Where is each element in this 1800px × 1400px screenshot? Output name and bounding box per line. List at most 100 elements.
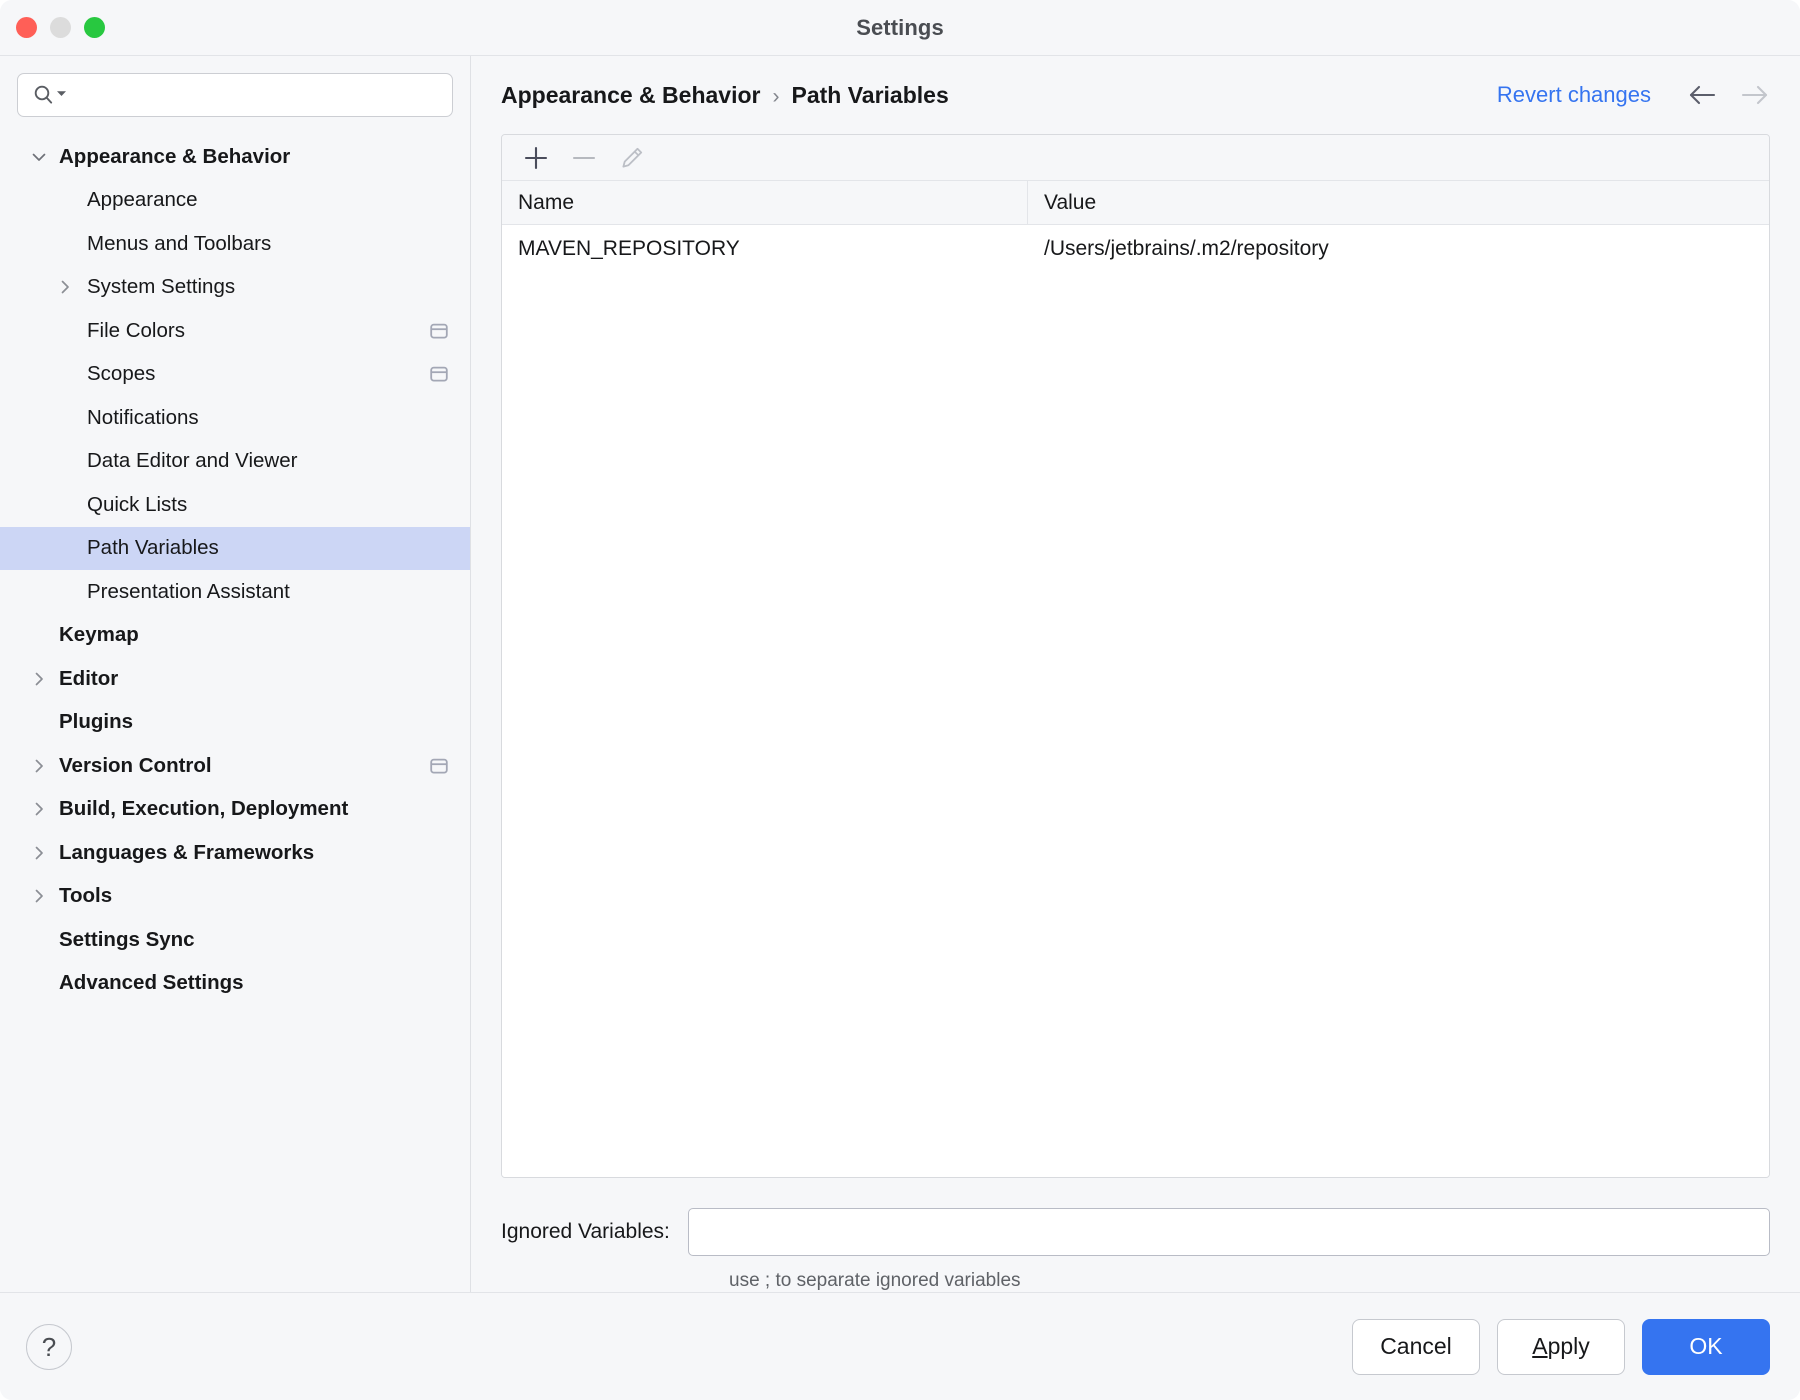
breadcrumb-separator-icon: › xyxy=(772,84,780,108)
table-cell-value: /Users/jetbrains/.m2/repository xyxy=(1044,237,1329,260)
sidebar-item-label: Quick Lists xyxy=(87,492,188,516)
breadcrumb-parent[interactable]: Appearance & Behavior xyxy=(501,82,760,109)
table-body: MAVEN_REPOSITORY/Users/jetbrains/.m2/rep… xyxy=(502,225,1769,1177)
dialog-footer: ? Cancel Apply OK xyxy=(0,1292,1800,1400)
sidebar-item-label: Version Control xyxy=(59,753,212,777)
maximize-button[interactable] xyxy=(84,17,105,38)
ignored-variables-input[interactable] xyxy=(700,1209,1757,1255)
sidebar-item-file-colors[interactable]: File Colors xyxy=(0,309,470,353)
help-button[interactable]: ? xyxy=(26,1323,72,1370)
chevron-right-icon[interactable] xyxy=(26,875,52,919)
breadcrumb: Appearance & Behavior › Path Variables xyxy=(501,82,1497,109)
sidebar-item-system-settings[interactable]: System Settings xyxy=(0,266,470,310)
sidebar-item-label: Path Variables xyxy=(87,536,219,560)
settings-dialog: Settings Appearance & Behavior Appearanc… xyxy=(0,0,1800,1400)
chevron-right-icon[interactable] xyxy=(26,744,52,788)
sidebar-item-label: Settings Sync xyxy=(59,927,195,951)
sidebar-item-presentation-assistant[interactable]: Presentation Assistant xyxy=(0,570,470,614)
sidebar-item-label: Data Editor and Viewer xyxy=(87,449,298,473)
sidebar-item-label: Notifications xyxy=(87,405,199,429)
apply-button[interactable]: Apply xyxy=(1497,1318,1625,1375)
project-scope-icon xyxy=(428,755,450,777)
sidebar-item-build-execution-deployment[interactable]: Build, Execution, Deployment xyxy=(0,788,470,832)
chevron-down-icon[interactable] xyxy=(26,135,52,179)
sidebar-item-keymap[interactable]: Keymap xyxy=(0,614,470,658)
sidebar-item-settings-sync[interactable]: Settings Sync xyxy=(0,918,470,962)
chevron-right-icon[interactable] xyxy=(26,657,52,701)
ignored-variables-field[interactable] xyxy=(687,1208,1770,1256)
arrow-left-icon[interactable] xyxy=(1685,78,1719,112)
sidebar-item-label: Appearance xyxy=(87,188,198,212)
sidebar-item-appearance-behavior[interactable]: Appearance & Behavior xyxy=(0,135,470,179)
table-toolbar xyxy=(502,135,1769,181)
close-button[interactable] xyxy=(16,17,37,38)
search-dropdown-icon[interactable] xyxy=(56,86,67,104)
sidebar-item-advanced-settings[interactable]: Advanced Settings xyxy=(0,962,470,1006)
sidebar-item-scopes[interactable]: Scopes xyxy=(0,353,470,397)
column-header-name[interactable]: Name xyxy=(502,181,1028,224)
ignored-variables-label: Ignored Variables: xyxy=(501,1220,670,1243)
footer-buttons: Cancel Apply OK xyxy=(1352,1318,1770,1375)
pencil-icon xyxy=(608,138,656,178)
plus-icon[interactable] xyxy=(512,138,560,178)
sidebar-item-menus-and-toolbars[interactable]: Menus and Toolbars xyxy=(0,222,470,266)
sidebar-item-quick-lists[interactable]: Quick Lists xyxy=(0,483,470,527)
window-title: Settings xyxy=(856,14,944,40)
settings-tree: Appearance & Behavior Appearance Menus and… xyxy=(0,129,470,1292)
sidebar-item-data-editor-and-viewer[interactable]: Data Editor and Viewer xyxy=(0,440,470,484)
sidebar-item-tools[interactable]: Tools xyxy=(0,875,470,919)
breadcrumb-bar: Appearance & Behavior › Path Variables R… xyxy=(471,56,1800,134)
ok-button[interactable]: OK xyxy=(1642,1318,1770,1375)
sidebar-item-label: Build, Execution, Deployment xyxy=(59,797,349,821)
sidebar-item-path-variables[interactable]: Path Variables xyxy=(0,526,470,570)
project-scope-icon xyxy=(428,320,450,342)
ignored-variables-hint: use ; to separate ignored variables xyxy=(729,1270,1021,1291)
table-cell-name: MAVEN_REPOSITORY xyxy=(518,237,740,260)
sidebar-item-label: Tools xyxy=(59,884,113,908)
sidebar-item-label: Advanced Settings xyxy=(59,971,244,995)
sidebar-item-label: System Settings xyxy=(87,275,236,299)
dialog-body: Appearance & Behavior Appearance Menus and… xyxy=(0,55,1800,1292)
sidebar-item-label: File Colors xyxy=(87,318,185,342)
ignored-variables-block: Ignored Variables: use ; to separate ign… xyxy=(501,1178,1770,1292)
path-variables-content: Name Value MAVEN_REPOSITORY/Users/jetbra… xyxy=(471,134,1800,1292)
sidebar-item-label: Menus and Toolbars xyxy=(87,231,272,255)
sidebar-item-plugins[interactable]: Plugins xyxy=(0,701,470,745)
search-icon xyxy=(32,83,56,107)
sidebar-item-editor[interactable]: Editor xyxy=(0,657,470,701)
search-area xyxy=(0,56,470,129)
sidebar-item-label: Languages & Frameworks xyxy=(59,840,315,864)
sidebar-item-label: Keymap xyxy=(59,623,139,647)
sidebar-item-appearance[interactable]: Appearance xyxy=(0,179,470,223)
window-controls xyxy=(16,0,105,55)
chevron-right-icon[interactable] xyxy=(26,788,52,832)
apply-rest: pply xyxy=(1547,1333,1590,1359)
search-input[interactable] xyxy=(67,74,452,116)
sidebar-item-version-control[interactable]: Version Control xyxy=(0,744,470,788)
search-box[interactable] xyxy=(17,73,453,117)
sidebar-item-label: Presentation Assistant xyxy=(87,579,290,603)
navigation-arrows xyxy=(1685,78,1772,112)
apply-mnemonic: A xyxy=(1532,1333,1548,1359)
minus-icon xyxy=(560,138,608,178)
sidebar-item-languages-frameworks[interactable]: Languages & Frameworks xyxy=(0,831,470,875)
settings-main-panel: Appearance & Behavior › Path Variables R… xyxy=(471,56,1800,1292)
sidebar-item-label: Appearance & Behavior xyxy=(59,144,291,168)
column-header-value[interactable]: Value xyxy=(1028,181,1769,224)
breadcrumb-current: Path Variables xyxy=(791,81,949,108)
path-variables-table-panel: Name Value MAVEN_REPOSITORY/Users/jetbra… xyxy=(501,134,1770,1178)
table-row[interactable]: MAVEN_REPOSITORY/Users/jetbrains/.m2/rep… xyxy=(502,225,1769,273)
ignored-variables-row: Ignored Variables: xyxy=(501,1208,1770,1256)
chevron-right-icon[interactable] xyxy=(26,831,52,875)
settings-sidebar: Appearance & Behavior Appearance Menus and… xyxy=(0,56,471,1292)
revert-changes-link[interactable]: Revert changes xyxy=(1497,82,1651,108)
chevron-right-icon[interactable] xyxy=(52,266,78,310)
sidebar-item-notifications[interactable]: Notifications xyxy=(0,396,470,440)
title-bar: Settings xyxy=(0,0,1800,55)
sidebar-item-label: Editor xyxy=(59,666,119,690)
minimize-button[interactable] xyxy=(50,17,71,38)
arrow-right-icon[interactable] xyxy=(1738,78,1772,112)
project-scope-icon xyxy=(428,363,450,385)
sidebar-item-label: Plugins xyxy=(59,710,134,734)
cancel-button[interactable]: Cancel xyxy=(1352,1318,1480,1375)
